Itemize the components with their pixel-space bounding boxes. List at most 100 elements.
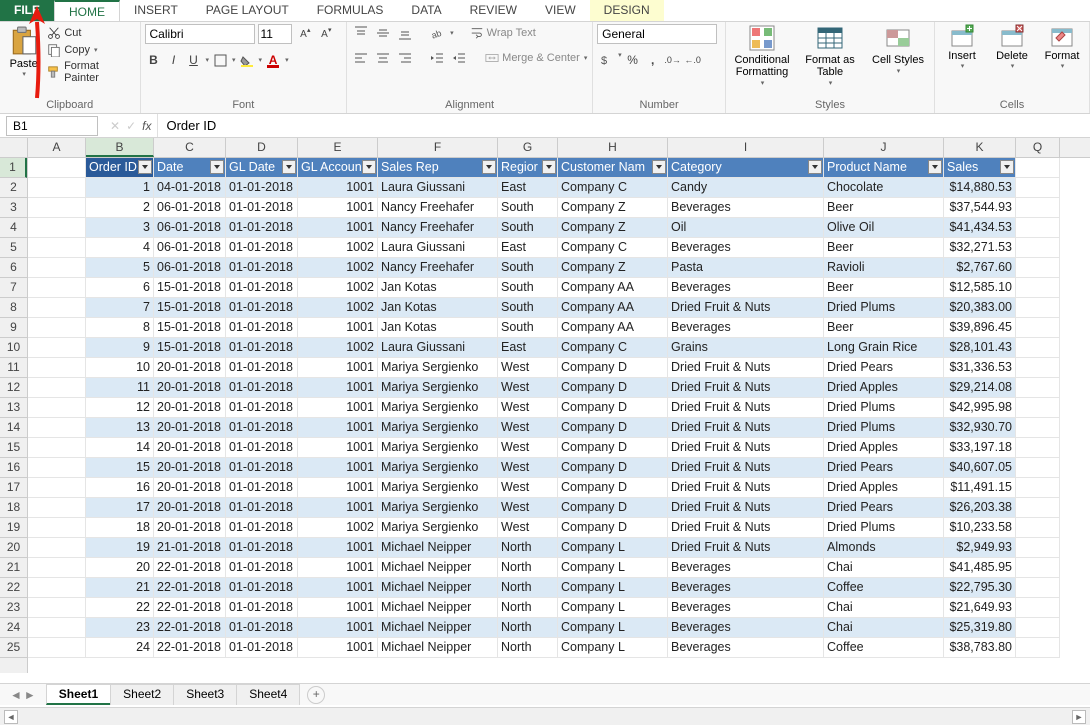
table-cell[interactable]: 6 bbox=[86, 278, 154, 298]
table-cell[interactable]: 1002 bbox=[298, 338, 378, 358]
table-cell[interactable]: Company L bbox=[558, 558, 668, 578]
tab-design[interactable]: DESIGN bbox=[590, 0, 664, 21]
table-cell[interactable]: 20-01-2018 bbox=[154, 438, 226, 458]
table-cell[interactable]: 1001 bbox=[298, 218, 378, 238]
table-cell[interactable]: Beverages bbox=[668, 278, 824, 298]
table-cell[interactable]: 11 bbox=[86, 378, 154, 398]
filter-dropdown-button[interactable] bbox=[652, 160, 666, 174]
cell[interactable] bbox=[28, 418, 86, 438]
cell[interactable] bbox=[28, 558, 86, 578]
row-header[interactable]: 17 bbox=[0, 478, 27, 498]
cell[interactable] bbox=[1016, 378, 1060, 398]
filter-dropdown-button[interactable] bbox=[542, 160, 556, 174]
merge-center-button[interactable]: Merge & Center▾ bbox=[485, 51, 587, 65]
decrease-indent-button[interactable] bbox=[427, 49, 447, 67]
table-cell[interactable]: Ravioli bbox=[824, 258, 944, 278]
table-cell[interactable]: Beverages bbox=[668, 638, 824, 658]
sheet-tab[interactable]: Sheet4 bbox=[236, 684, 300, 705]
table-cell[interactable]: Beverages bbox=[668, 198, 824, 218]
column-header[interactable]: Q bbox=[1016, 138, 1060, 157]
table-cell[interactable]: 18 bbox=[86, 518, 154, 538]
table-cell[interactable]: 17 bbox=[86, 498, 154, 518]
table-cell[interactable]: 1002 bbox=[298, 298, 378, 318]
table-cell[interactable]: 01-01-2018 bbox=[226, 238, 298, 258]
table-cell[interactable]: West bbox=[498, 518, 558, 538]
table-cell[interactable]: Chai bbox=[824, 598, 944, 618]
table-cell[interactable]: 1001 bbox=[298, 618, 378, 638]
table-cell[interactable]: 5 bbox=[86, 258, 154, 278]
table-cell[interactable]: North bbox=[498, 538, 558, 558]
cell[interactable] bbox=[28, 618, 86, 638]
table-cell[interactable]: 01-01-2018 bbox=[226, 618, 298, 638]
table-cell[interactable]: 1001 bbox=[298, 498, 378, 518]
format-as-table-button[interactable]: Format as Table▾ bbox=[798, 24, 862, 90]
table-cell[interactable]: Dried Pears bbox=[824, 498, 944, 518]
cell[interactable] bbox=[1016, 538, 1060, 558]
row-header[interactable]: 8 bbox=[0, 298, 27, 318]
table-cell[interactable]: 1001 bbox=[298, 178, 378, 198]
cell[interactable] bbox=[28, 478, 86, 498]
table-cell[interactable]: Company AA bbox=[558, 318, 668, 338]
table-header-cell[interactable]: Sales Rep bbox=[378, 158, 498, 178]
filter-dropdown-button[interactable] bbox=[1000, 160, 1014, 174]
table-cell[interactable]: Dried Fruit & Nuts bbox=[668, 418, 824, 438]
table-cell[interactable]: 16 bbox=[86, 478, 154, 498]
cell[interactable] bbox=[1016, 298, 1060, 318]
table-cell[interactable]: Beverages bbox=[668, 558, 824, 578]
name-box[interactable] bbox=[6, 116, 98, 136]
table-cell[interactable]: 14 bbox=[86, 438, 154, 458]
table-cell[interactable]: South bbox=[498, 298, 558, 318]
cell[interactable] bbox=[1016, 458, 1060, 478]
table-cell[interactable]: $21,649.93 bbox=[944, 598, 1016, 618]
table-cell[interactable]: 1001 bbox=[298, 478, 378, 498]
table-cell[interactable]: Company L bbox=[558, 538, 668, 558]
paste-button[interactable]: Paste ▾ bbox=[4, 24, 43, 78]
add-sheet-button[interactable]: + bbox=[307, 686, 325, 704]
increase-decimal-button[interactable]: .0→ bbox=[664, 51, 682, 69]
cell[interactable] bbox=[28, 538, 86, 558]
table-cell[interactable]: 20 bbox=[86, 558, 154, 578]
table-cell[interactable]: Beverages bbox=[668, 598, 824, 618]
table-cell[interactable]: $42,995.98 bbox=[944, 398, 1016, 418]
table-cell[interactable]: 21 bbox=[86, 578, 154, 598]
table-cell[interactable]: Laura Giussani bbox=[378, 178, 498, 198]
table-cell[interactable]: South bbox=[498, 318, 558, 338]
scroll-right-icon[interactable]: ► bbox=[1072, 710, 1086, 724]
table-cell[interactable]: 01-01-2018 bbox=[226, 398, 298, 418]
row-header[interactable]: 10 bbox=[0, 338, 27, 358]
table-cell[interactable]: 2 bbox=[86, 198, 154, 218]
row-header[interactable]: 6 bbox=[0, 258, 27, 278]
column-header[interactable]: B bbox=[86, 138, 154, 157]
table-cell[interactable]: Beverages bbox=[668, 318, 824, 338]
table-cell[interactable]: Company D bbox=[558, 358, 668, 378]
table-cell[interactable]: $32,271.53 bbox=[944, 238, 1016, 258]
cancel-formula-icon[interactable]: ✕ bbox=[110, 119, 120, 133]
table-cell[interactable]: Beverages bbox=[668, 618, 824, 638]
table-cell[interactable]: Michael Neipper bbox=[378, 578, 498, 598]
table-cell[interactable]: 1001 bbox=[298, 438, 378, 458]
cell[interactable] bbox=[1016, 418, 1060, 438]
table-cell[interactable]: 3 bbox=[86, 218, 154, 238]
table-cell[interactable]: Company L bbox=[558, 618, 668, 638]
row-header[interactable]: 18 bbox=[0, 498, 27, 518]
format-cells-button[interactable]: Format▾ bbox=[1039, 24, 1085, 70]
table-cell[interactable]: $40,607.05 bbox=[944, 458, 1016, 478]
cell[interactable] bbox=[1016, 558, 1060, 578]
row-header[interactable]: 22 bbox=[0, 578, 27, 598]
table-cell[interactable]: North bbox=[498, 578, 558, 598]
table-cell[interactable]: $37,544.93 bbox=[944, 198, 1016, 218]
column-header[interactable]: A bbox=[28, 138, 86, 157]
table-cell[interactable]: Beer bbox=[824, 318, 944, 338]
table-cell[interactable]: 15-01-2018 bbox=[154, 318, 226, 338]
table-cell[interactable]: 01-01-2018 bbox=[226, 578, 298, 598]
table-cell[interactable]: Dried Pears bbox=[824, 458, 944, 478]
table-cell[interactable]: Dried Plums bbox=[824, 398, 944, 418]
table-cell[interactable]: 15-01-2018 bbox=[154, 298, 226, 318]
table-cell[interactable]: Coffee bbox=[824, 638, 944, 658]
table-cell[interactable]: East bbox=[498, 238, 558, 258]
column-header[interactable]: H bbox=[558, 138, 668, 157]
delete-cells-button[interactable]: Delete▾ bbox=[989, 24, 1035, 70]
table-cell[interactable]: Olive Oil bbox=[824, 218, 944, 238]
table-cell[interactable]: Company D bbox=[558, 458, 668, 478]
table-cell[interactable]: 06-01-2018 bbox=[154, 238, 226, 258]
